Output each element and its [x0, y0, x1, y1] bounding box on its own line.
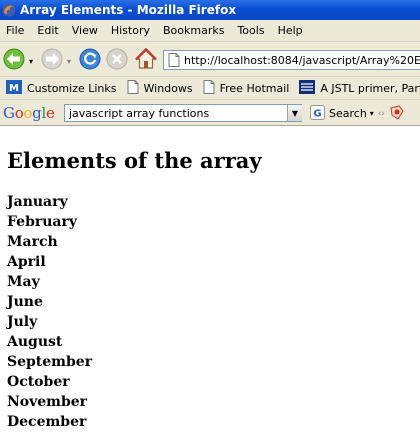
google-g-icon: G	[310, 104, 325, 123]
google-search-query: javascript array functions	[69, 106, 210, 120]
google-search-dropdown-icon[interactable]: ▼	[287, 105, 302, 121]
menu-bookmarks[interactable]: Bookmarks	[157, 24, 231, 37]
month-item: July	[7, 314, 38, 330]
back-icon[interactable]	[2, 48, 26, 74]
ibm-icon	[299, 79, 316, 97]
back-dropdown-icon[interactable]: ▾	[29, 57, 33, 66]
separator-arrows-icon: ‹›	[377, 108, 386, 119]
bookmark-free-hotmail[interactable]: Free Hotmail	[203, 79, 290, 97]
title-bar: Array Elements - Mozilla Firefox	[0, 0, 420, 20]
bookmark-jstl-primer[interactable]: A JSTL primer, Part 4...	[299, 79, 420, 97]
reload-icon[interactable]	[79, 48, 101, 74]
google-toolbar: Google javascript array functions ▼ G Se…	[0, 99, 420, 126]
page-icon	[203, 79, 215, 97]
chevron-down-icon: ▾	[369, 109, 374, 118]
navigation-toolbar: ▾ ▾ http://localhost:8084/javascript/Arr	[0, 42, 420, 76]
bookmark-m-icon: M	[6, 79, 22, 97]
bookmark-windows[interactable]: Windows	[127, 79, 193, 97]
month-item: January	[7, 194, 68, 210]
home-icon[interactable]	[134, 47, 158, 75]
firefox-icon	[2, 3, 16, 17]
month-item: December	[7, 414, 87, 430]
bookmark-label: Customize Links	[27, 81, 117, 95]
stop-icon[interactable]	[106, 48, 128, 74]
svg-text:M: M	[9, 83, 19, 94]
page-content: Elements of the array January February M…	[7, 126, 417, 432]
menu-history[interactable]: History	[105, 24, 157, 37]
page-heading: Elements of the array	[7, 148, 262, 173]
bookmark-label: A JSTL primer, Part 4...	[320, 81, 420, 95]
google-logo[interactable]: Google	[3, 104, 55, 122]
svg-text:G: G	[313, 108, 321, 119]
month-item: February	[7, 214, 78, 230]
month-item: April	[7, 254, 46, 270]
bookmark-label: Windows	[143, 81, 193, 95]
menu-help[interactable]: Help	[272, 24, 310, 37]
page-icon	[127, 79, 139, 97]
forward-dropdown-icon[interactable]: ▾	[67, 57, 71, 66]
menu-edit[interactable]: Edit	[31, 24, 65, 37]
bookmarks-toolbar: M Customize Links Windows Free Hotmail A…	[0, 76, 420, 99]
month-item: March	[7, 234, 58, 250]
page-icon	[168, 53, 180, 67]
menu-file[interactable]: File	[0, 24, 31, 37]
address-bar[interactable]: http://localhost:8084/javascript/Array%2…	[163, 50, 420, 70]
menu-bar: File Edit View History Bookmarks Tools H…	[0, 20, 420, 42]
google-search-input[interactable]: javascript array functions	[64, 104, 302, 122]
month-item: May	[7, 274, 40, 290]
month-item: November	[7, 394, 88, 410]
google-search-label: Search	[329, 107, 367, 120]
month-item: August	[7, 334, 63, 350]
month-item: September	[7, 354, 93, 370]
bookmark-star-icon[interactable]	[389, 104, 405, 123]
bookmark-label: Free Hotmail	[219, 81, 290, 95]
bookmark-customize-links[interactable]: M Customize Links	[6, 79, 117, 97]
window-title: Array Elements - Mozilla Firefox	[20, 3, 237, 17]
forward-icon[interactable]	[40, 48, 64, 74]
menu-view[interactable]: View	[66, 24, 105, 37]
month-item: October	[7, 374, 70, 390]
month-item: June	[7, 294, 43, 310]
menu-tools[interactable]: Tools	[231, 24, 271, 37]
google-search-button[interactable]: G Search ▾ ‹›	[310, 104, 405, 123]
months-list: January February March April May June Ju…	[7, 192, 417, 432]
address-url: http://localhost:8084/javascript/Array%2…	[184, 53, 420, 67]
